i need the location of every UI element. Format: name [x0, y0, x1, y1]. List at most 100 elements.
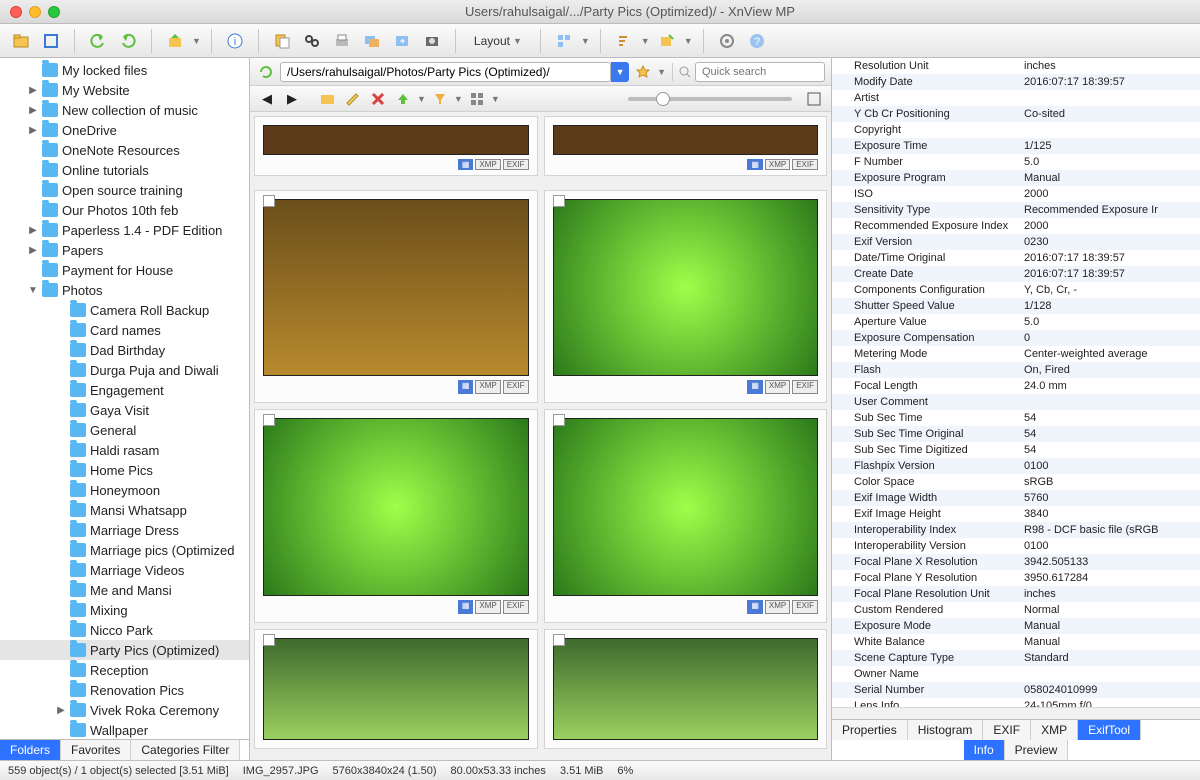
tab-histogram[interactable]: Histogram: [908, 720, 984, 740]
tab-xmp[interactable]: XMP: [1031, 720, 1078, 740]
favorite-star-icon[interactable]: [633, 59, 653, 85]
layout-dropdown[interactable]: Layout▼: [466, 30, 530, 52]
funnel-filter-icon[interactable]: [429, 88, 451, 110]
thumbnail-grid[interactable]: ▦XMPEXIF ▦XMPEXIF ▦XMPEXIF ▦XMPEXIF ▦XMP…: [250, 112, 831, 760]
expand-icon[interactable]: [803, 88, 825, 110]
thumbnail-item[interactable]: ▦XMPEXIF: [544, 116, 828, 176]
tree-item[interactable]: ▶Papers: [0, 240, 249, 260]
tab-exif[interactable]: EXIF: [983, 720, 1031, 740]
capture-icon[interactable]: [419, 28, 445, 54]
filter-icon[interactable]: [654, 28, 680, 54]
tree-item[interactable]: Marriage Dress: [0, 520, 249, 540]
exif-row: Exposure ProgramManual: [832, 170, 1200, 186]
thumbnail-item[interactable]: ▦XMPEXIF: [254, 190, 538, 404]
thumbnail-checkbox[interactable]: [553, 195, 565, 207]
nav-back-icon[interactable]: ◀: [256, 88, 278, 110]
thumbnail-checkbox[interactable]: [553, 414, 565, 426]
tab-categories[interactable]: Categories Filter: [131, 740, 240, 760]
tree-item[interactable]: Open source training: [0, 180, 249, 200]
batch-convert-icon[interactable]: [359, 28, 385, 54]
tree-item[interactable]: ▶Vivek Roka Ceremony: [0, 700, 249, 720]
tree-item[interactable]: Nicco Park: [0, 620, 249, 640]
redo-icon[interactable]: [115, 28, 141, 54]
thumbnail-checkbox[interactable]: [263, 414, 275, 426]
tree-item[interactable]: Durga Puja and Diwali: [0, 360, 249, 380]
quick-search-input[interactable]: [695, 62, 825, 82]
tree-item[interactable]: ▶OneDrive: [0, 120, 249, 140]
fullscreen-icon[interactable]: [38, 28, 64, 54]
tree-item[interactable]: Dad Birthday: [0, 340, 249, 360]
tree-item[interactable]: Payment for House: [0, 260, 249, 280]
tree-item[interactable]: Marriage pics (Optimized: [0, 540, 249, 560]
tab-folders[interactable]: Folders: [0, 740, 61, 760]
tree-item[interactable]: Honeymoon: [0, 480, 249, 500]
thumbnail-item[interactable]: ▦XMPEXIF: [544, 190, 828, 404]
exif-table[interactable]: Resolution UnitinchesModify Date2016:07:…: [832, 58, 1200, 707]
thumbnail-item[interactable]: [254, 629, 538, 749]
thumbnail-checkbox[interactable]: [263, 634, 275, 646]
tab-preview[interactable]: Preview: [1005, 740, 1069, 760]
thumbnail-item[interactable]: [544, 629, 828, 749]
grid-icon[interactable]: [466, 88, 488, 110]
thumbnail-checkbox[interactable]: [553, 634, 565, 646]
find-icon[interactable]: [299, 28, 325, 54]
thumbnail-size-slider[interactable]: [620, 97, 800, 101]
sort-icon[interactable]: [611, 28, 637, 54]
goto-folder-icon[interactable]: [162, 28, 188, 54]
minimize-window-button[interactable]: [29, 6, 41, 18]
tab-favorites[interactable]: Favorites: [61, 740, 131, 760]
tab-info[interactable]: Info: [964, 740, 1005, 760]
tree-item[interactable]: Marriage Videos: [0, 560, 249, 580]
info-icon[interactable]: i: [222, 28, 248, 54]
path-input[interactable]: [280, 62, 611, 82]
tree-item[interactable]: Camera Roll Backup: [0, 300, 249, 320]
tree-item[interactable]: OneNote Resources: [0, 140, 249, 160]
tree-item[interactable]: Home Pics: [0, 460, 249, 480]
print-icon[interactable]: [329, 28, 355, 54]
thumbnail-item[interactable]: ▦XMPEXIF: [254, 116, 538, 176]
tree-item[interactable]: ▶My Website: [0, 80, 249, 100]
tree-item[interactable]: Me and Mansi: [0, 580, 249, 600]
tree-item[interactable]: Wallpaper: [0, 720, 249, 739]
tree-item[interactable]: Engagement: [0, 380, 249, 400]
tree-item-photos[interactable]: ▼Photos: [0, 280, 249, 300]
tree-item[interactable]: Reception: [0, 660, 249, 680]
open-icon[interactable]: [8, 28, 34, 54]
undo-icon[interactable]: [85, 28, 111, 54]
tree-item[interactable]: Renovation Pics: [0, 680, 249, 700]
rename-icon[interactable]: [342, 88, 364, 110]
copy-icon[interactable]: [269, 28, 295, 54]
tree-item[interactable]: Gaya Visit: [0, 400, 249, 420]
tab-exiftool[interactable]: ExifTool: [1078, 720, 1141, 740]
view-mode-icon[interactable]: [551, 28, 577, 54]
maximize-window-button[interactable]: [48, 6, 60, 18]
tree-item[interactable]: Haldi rasam: [0, 440, 249, 460]
new-folder-icon[interactable]: [317, 88, 339, 110]
tree-item[interactable]: Our Photos 10th feb: [0, 200, 249, 220]
tree-item[interactable]: ▶New collection of music: [0, 100, 249, 120]
tree-item[interactable]: My locked files: [0, 60, 249, 80]
convert-icon[interactable]: [389, 28, 415, 54]
exif-row: Exposure ModeManual: [832, 618, 1200, 634]
tree-item[interactable]: ▶Paperless 1.4 - PDF Edition: [0, 220, 249, 240]
delete-icon[interactable]: [367, 88, 389, 110]
thumbnail-checkbox[interactable]: [263, 195, 275, 207]
tree-item[interactable]: Card names: [0, 320, 249, 340]
tree-item[interactable]: General: [0, 420, 249, 440]
tree-item[interactable]: Mixing: [0, 600, 249, 620]
tree-item[interactable]: Party Pics (Optimized): [0, 640, 249, 660]
tree-item[interactable]: Mansi Whatsapp: [0, 500, 249, 520]
tree-item[interactable]: Online tutorials: [0, 160, 249, 180]
refresh-icon[interactable]: [256, 62, 276, 82]
path-dropdown-icon[interactable]: ▼: [611, 62, 629, 82]
tab-properties[interactable]: Properties: [832, 720, 908, 740]
horizontal-scrollbar[interactable]: [832, 707, 1200, 719]
help-icon[interactable]: ?: [744, 28, 770, 54]
nav-forward-icon[interactable]: ▶: [281, 88, 303, 110]
up-icon[interactable]: [392, 88, 414, 110]
close-window-button[interactable]: [10, 6, 22, 18]
settings-icon[interactable]: [714, 28, 740, 54]
thumbnail-item[interactable]: ▦XMPEXIF: [254, 409, 538, 623]
thumbnail-item[interactable]: ▦XMPEXIF: [544, 409, 828, 623]
folder-tree[interactable]: My locked files▶My Website▶New collectio…: [0, 58, 249, 739]
